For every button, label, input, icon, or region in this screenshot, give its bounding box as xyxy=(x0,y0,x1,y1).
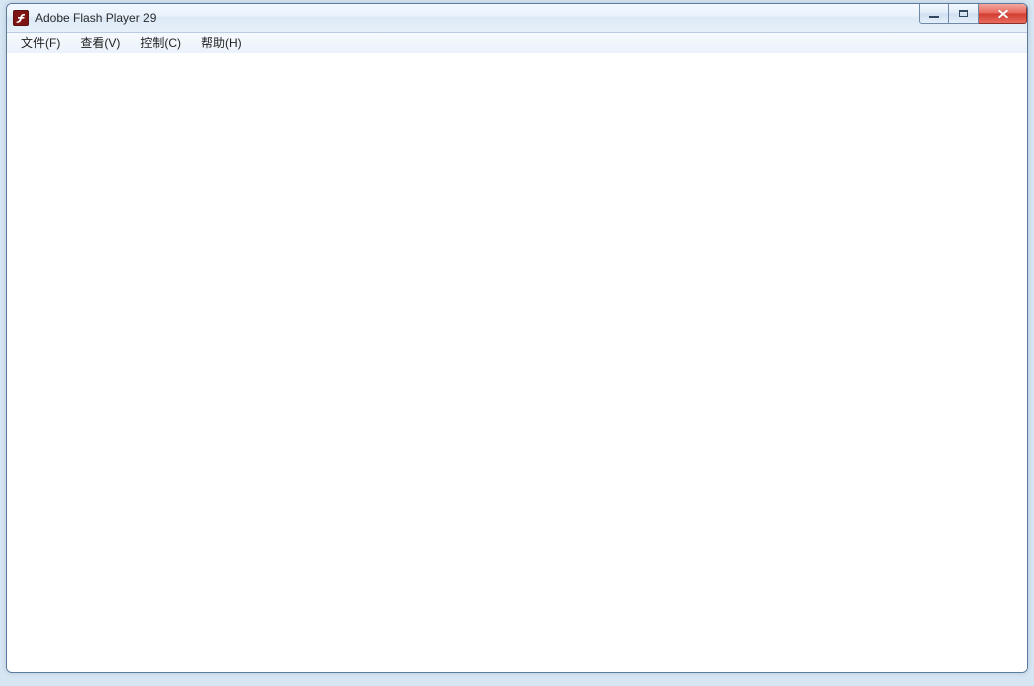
titlebar[interactable]: Adobe Flash Player 29 xyxy=(7,4,1027,33)
menu-control[interactable]: 控制(C) xyxy=(130,34,191,52)
window-title: Adobe Flash Player 29 xyxy=(35,10,156,26)
close-button[interactable] xyxy=(979,4,1027,24)
maximize-button[interactable] xyxy=(949,4,979,24)
flash-app-icon xyxy=(13,10,29,26)
close-icon xyxy=(996,9,1010,19)
app-window: Adobe Flash Player 29 文件(F) 查看(V) 控制(C) … xyxy=(6,3,1028,673)
menubar: 文件(F) 查看(V) 控制(C) 帮助(H) xyxy=(7,33,1027,54)
content-area xyxy=(7,53,1027,672)
menu-file[interactable]: 文件(F) xyxy=(11,34,70,52)
minimize-button[interactable] xyxy=(919,4,949,24)
menu-help[interactable]: 帮助(H) xyxy=(191,34,252,52)
window-controls xyxy=(919,4,1027,24)
maximize-icon xyxy=(959,10,968,17)
minimize-icon xyxy=(929,16,939,18)
menu-view[interactable]: 查看(V) xyxy=(70,34,130,52)
